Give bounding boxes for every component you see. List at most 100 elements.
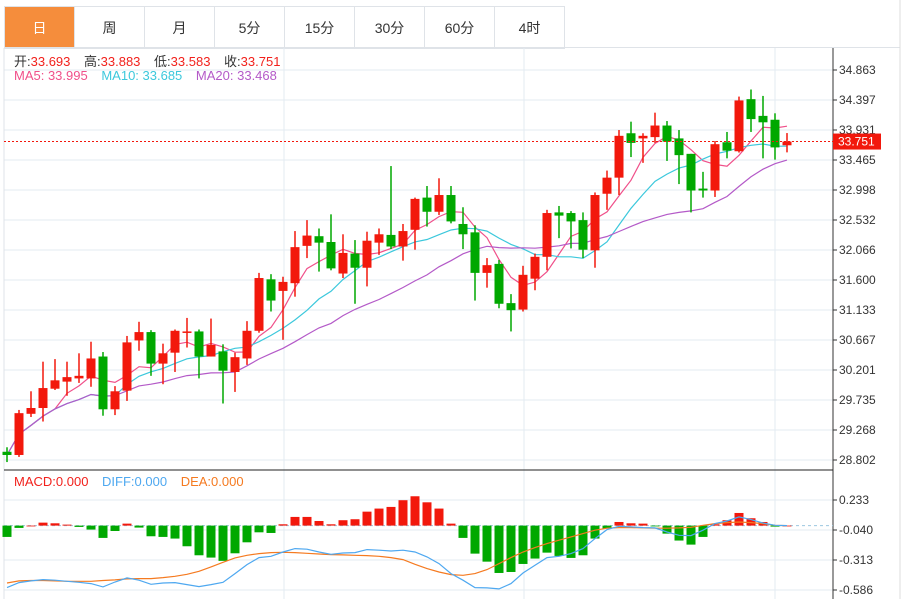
candle-body [590,195,600,251]
candle-body [638,135,648,139]
macd-bar [338,520,348,526]
candle-body [242,330,252,359]
candle [734,96,744,153]
candle [650,112,660,143]
macd-bar [242,525,252,543]
candle [326,214,336,271]
macd-bar [14,525,24,528]
candle-body [674,138,684,156]
macd-bar [62,524,72,526]
candle-body [482,265,492,273]
candle-body [62,377,72,382]
price-tick-label: 31.600 [839,273,876,287]
price-tick-label: 30.201 [839,363,876,377]
candle-body [206,344,216,357]
close-label: 收: [224,54,241,69]
candle-body [2,451,12,455]
macd-bar [26,525,36,527]
candle-body [530,256,540,279]
candle-body [386,234,396,247]
macd-bar [182,525,192,547]
candle [662,121,672,161]
price-tick-label: 34.397 [839,93,876,107]
ma10-legend: MA10: 33.685 [101,68,183,83]
candle [746,89,756,132]
candle-body [266,279,276,301]
macd-bar [422,502,432,526]
candle [782,133,792,153]
candle-body [134,332,144,341]
candle-body [146,332,156,364]
macd-bar [518,525,528,564]
macd-bar [734,512,744,526]
candle-body [422,197,432,212]
candle-body [746,99,756,120]
macd-tick-label: 0.233 [839,493,869,507]
candle [86,341,96,387]
macd-bar [530,525,540,559]
macd-bar [578,525,588,556]
price-tick-label: 32.532 [839,213,876,227]
macd-bar [362,511,372,526]
macd-bar [170,525,180,539]
macd-bar [506,525,516,572]
candle-body [578,220,588,250]
macd-bar [86,525,96,530]
candle [470,225,480,301]
ma5-legend: MA5: 33.995 [14,68,88,83]
candle [242,321,252,365]
macd-bar [350,519,360,526]
macd-bar [206,525,216,558]
candle [410,197,420,250]
candle [626,121,636,158]
candle-body [662,125,672,142]
candle [446,186,456,224]
price-tick-label: 33.465 [839,153,876,167]
macd-bar [218,525,228,561]
candle [194,329,204,379]
candle-body [290,247,300,284]
candle-body [170,330,180,353]
candle-body [278,281,288,291]
candle [578,212,588,259]
candle-body [542,213,552,257]
ma20-line [6,159,788,456]
macd-bar [494,525,504,573]
candle [218,344,228,404]
candle [362,231,372,287]
macd-bar [650,525,660,527]
candle-body [86,358,96,379]
candle-body [410,198,420,230]
candle [482,258,492,288]
macd-legend: MACD:0.000 DIFF:0.000 DEA:0.000 [14,474,244,489]
candle-body [710,144,720,191]
candle [674,130,684,185]
candle [494,260,504,309]
candle [302,220,312,259]
candle [290,231,300,297]
macd-bar [74,525,84,527]
candle [554,205,564,239]
candle-body [758,115,768,123]
candle [590,192,600,268]
candle [710,140,720,197]
candle-body [14,413,24,455]
macd-bar [278,524,288,526]
price-tick-label: 29.735 [839,393,876,407]
kline-chart-widget: 日 周 月 5分 15分 30分 60分 4时 34.863 34.397 33.9… [0,0,906,599]
macd-bar [158,525,168,537]
price-chart[interactable]: 34.86334.39733.93133.46532.99832.53232.0… [0,0,906,599]
candle-body [374,234,384,243]
candle [110,386,120,416]
price-tick-label: 29.268 [839,423,876,437]
macd-bar [98,525,108,538]
macd-bar [50,523,60,526]
candle [614,130,624,196]
macd-bar [434,508,444,526]
low-label: 低: [154,54,171,69]
macd-tick-label: -0.040 [839,523,873,537]
candle-body [446,195,456,222]
candle [770,113,780,160]
candle [722,131,732,159]
macd-tick-label: -0.586 [839,583,873,597]
